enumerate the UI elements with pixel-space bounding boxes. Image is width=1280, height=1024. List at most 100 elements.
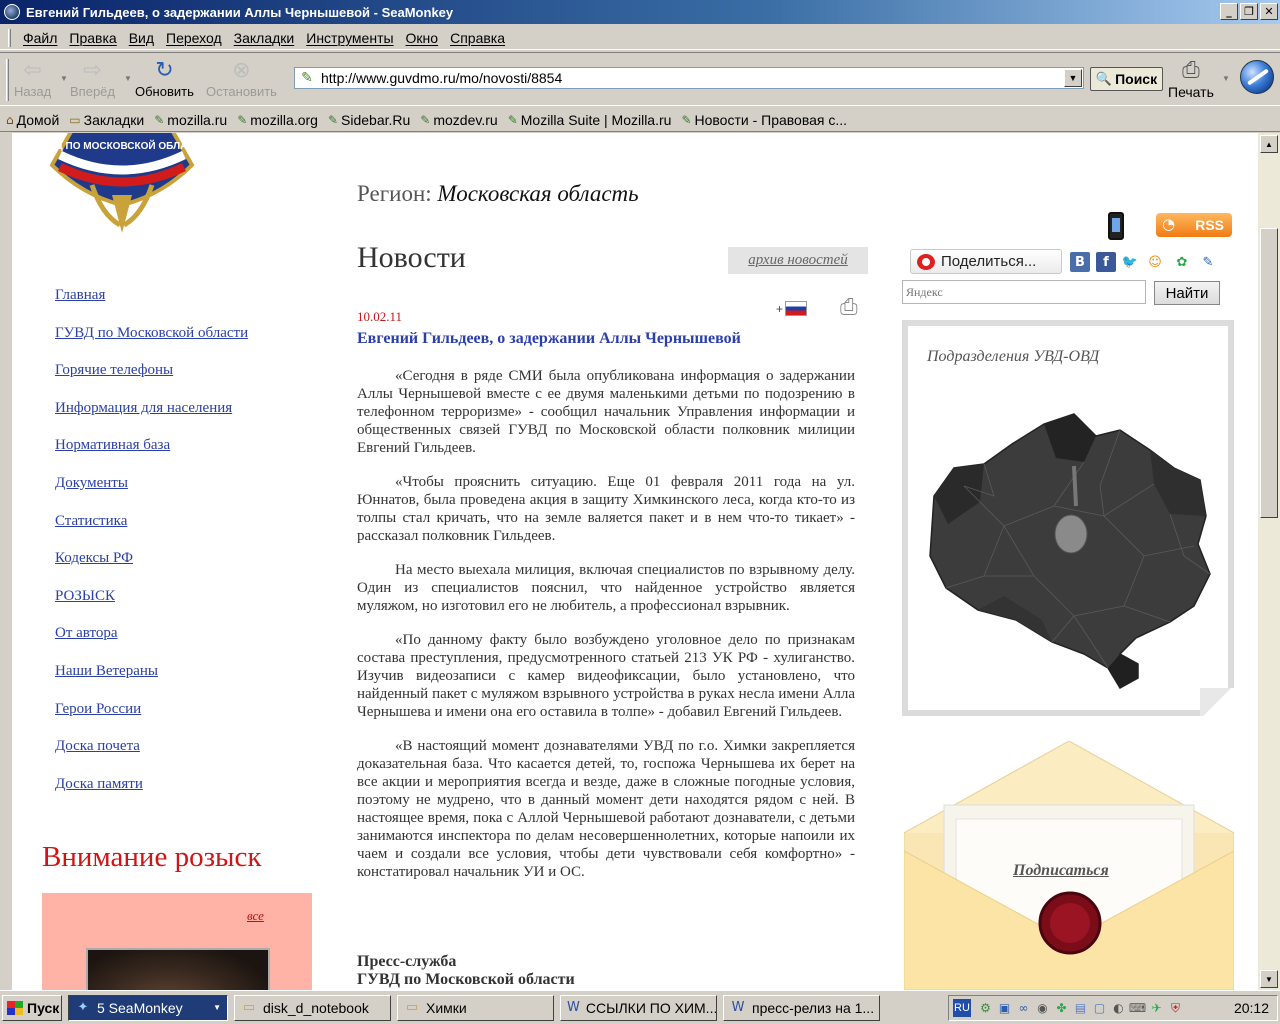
bookmark-icon: ✎ [420,112,431,127]
url-dropdown-icon[interactable]: ▼ [1064,69,1082,87]
search-button[interactable]: 🔍 Поиск [1090,67,1163,91]
print-dropdown-icon[interactable]: ▼ [1222,74,1230,83]
menu-view[interactable]: Вид [123,30,160,46]
rss-button[interactable]: RSS [1156,213,1232,237]
stop-button[interactable]: ⊗ Остановить [206,56,277,100]
bookmark-sidebar-ru[interactable]: ✎ Sidebar.Ru [328,112,410,128]
menu-window[interactable]: Окно [400,30,445,46]
odnoklassniki-icon[interactable]: ☺ [1145,252,1165,272]
start-button[interactable]: Пуск [2,994,62,1021]
map-title: Подразделения УВД-ОВД [927,348,1100,365]
taskbar-item-disk-d-notebook[interactable]: ▭ disk_d_notebook [234,994,391,1021]
taskbar-item-links-doc[interactable]: W ССЫЛКИ ПО ХИМ... [560,994,717,1021]
windows-logo-icon [7,1000,23,1015]
menu-go[interactable]: Переход [160,30,228,46]
nav-link-heroes[interactable]: Герои России [55,701,248,739]
nav-link-honor-board[interactable]: Доска почета [55,738,248,776]
reload-label: Обновить [135,84,194,99]
forward-dropdown-icon[interactable]: ▼ [124,74,132,83]
bookmark-folder[interactable]: ▭ Закладки [69,112,144,128]
wanted-all-link[interactable]: все [247,908,264,924]
nav-link-documents[interactable]: Документы [55,475,248,513]
keyboard-icon[interactable]: ⌨ [1129,1000,1146,1017]
nav-link-from-author[interactable]: От автора [55,625,248,663]
close-button[interactable]: ✕ [1260,3,1278,20]
yandex-search-button[interactable]: Найти [1154,281,1220,305]
vkontakte-icon[interactable]: В [1070,252,1090,272]
bookmark-home[interactable]: ⌂ Домой [6,112,59,128]
toolbar-grip[interactable] [8,28,11,47]
menu-edit[interactable]: Правка [63,30,122,46]
reload-button[interactable]: ↻ Обновить [135,56,194,100]
group-dropdown-icon[interactable]: ▼ [213,1003,221,1012]
subscribe-link[interactable]: Подписаться [1013,862,1109,880]
taskbar-item-khimki[interactable]: ▭ Химки [397,994,554,1021]
guvd-emblem-logo[interactable]: ГУВД ПО МОСКОВСКОЙ ОБЛАСТИ [32,133,212,235]
forward-button[interactable]: ⇨ Вперёд [70,56,115,100]
back-dropdown-icon[interactable]: ▼ [60,74,68,83]
nav-link-public-info[interactable]: Информация для населения [55,400,248,438]
nav-link-regulations[interactable]: Нормативная база [55,437,248,475]
menu-bookmarks[interactable]: Закладки [228,30,301,46]
moscow-region-map[interactable] [924,406,1216,696]
facebook-icon[interactable]: f [1096,252,1116,272]
nav-link-wanted[interactable]: РОЗЫСК [55,588,248,626]
bookmark-news-legal[interactable]: ✎ Новости - Правовая с... [681,112,847,128]
toolbar-grip[interactable] [6,59,9,101]
plane-icon[interactable]: ✈ [1148,1000,1165,1017]
scrollbar-thumb[interactable] [1260,228,1278,518]
language-indicator[interactable]: RU [953,999,971,1017]
menu-file[interactable]: Файл [17,30,63,46]
yandex-search-input[interactable] [902,280,1146,304]
nav-link-memorial-board[interactable]: Доска памяти [55,776,248,814]
menu-tools[interactable]: Инструменты [300,30,399,46]
drive-icon[interactable]: ◉ [1034,1000,1051,1017]
vertical-scrollbar[interactable]: ▲ ▼ [1258,133,1280,990]
back-button[interactable]: ⇦ Назад [14,56,51,100]
printer-icon: ⎙ [1182,57,1200,83]
nav-link-codes[interactable]: Кодексы РФ [55,550,248,588]
shield-icon[interactable]: ⛨ [1167,1000,1184,1017]
nav-link-statistics[interactable]: Статистика [55,513,248,551]
nav-link-home[interactable]: Главная [55,287,248,325]
share-button[interactable]: Поделиться... [910,249,1062,274]
bookmark-mozilla-org[interactable]: ✎ mozilla.org [237,112,318,128]
bookmark-mozilla-ru[interactable]: ✎ mozilla.ru [154,112,227,128]
bookmark-mozilla-suite[interactable]: ✎ Mozilla Suite | Mozilla.ru [508,112,672,128]
computer-icon[interactable]: ▤ [1072,1000,1089,1017]
seamonkey-throbber-icon[interactable] [1240,60,1274,94]
article-paragraph: «Сегодня в ряде СМИ была опубликована ин… [357,368,855,456]
volume-icon[interactable]: ◐ [1110,1000,1127,1017]
menu-help[interactable]: Справка [444,30,511,46]
add-translation-button[interactable]: + [776,301,808,316]
monitor-icon[interactable]: ▢ [1091,1000,1108,1017]
seamonkey-icon [4,4,20,20]
network-icon[interactable]: ⚙ [977,1000,994,1017]
address-bar[interactable]: ✎ ▼ [294,67,1084,89]
maximize-button[interactable]: ❐ [1240,3,1258,20]
news-archive-link[interactable]: архив новостей [728,247,868,274]
bookmark-icon: ✎ [681,112,692,127]
print-article-icon[interactable]: ⎙ [840,295,866,323]
mobile-version-icon[interactable] [1108,212,1124,240]
bookmark-mozdev-ru[interactable]: ✎ mozdev.ru [420,112,497,128]
url-input[interactable] [321,69,1064,87]
moimir-icon[interactable]: ✿ [1172,252,1192,272]
search-label: Поиск [1115,71,1158,87]
nav-link-guvd[interactable]: ГУВД по Московской области [55,325,248,363]
scroll-up-arrow-icon[interactable]: ▲ [1260,135,1278,153]
minimize-button[interactable]: _ [1220,3,1238,20]
wanted-person-photo[interactable] [86,948,270,990]
news-heading: Новости [357,241,466,274]
twitter-icon[interactable]: 🐦 [1120,252,1140,272]
scroll-down-arrow-icon[interactable]: ▼ [1260,970,1278,988]
livejournal-icon[interactable]: ✎ [1198,252,1218,272]
link-icon[interactable]: ∞ [1015,1000,1032,1017]
print-button[interactable]: ⎙ Печать [1168,56,1214,101]
clover-icon[interactable]: ✤ [1053,1000,1070,1017]
ccs-icon[interactable]: ▣ [996,1000,1013,1017]
nav-link-hotlines[interactable]: Горячие телефоны [55,362,248,400]
taskbar-item-seamonkey[interactable]: ✦ 5 SeaMonkey ▼ [68,994,228,1021]
nav-link-veterans[interactable]: Наши Ветераны [55,663,248,701]
taskbar-item-press-release[interactable]: W пресс-релиз на 1... [723,994,880,1021]
